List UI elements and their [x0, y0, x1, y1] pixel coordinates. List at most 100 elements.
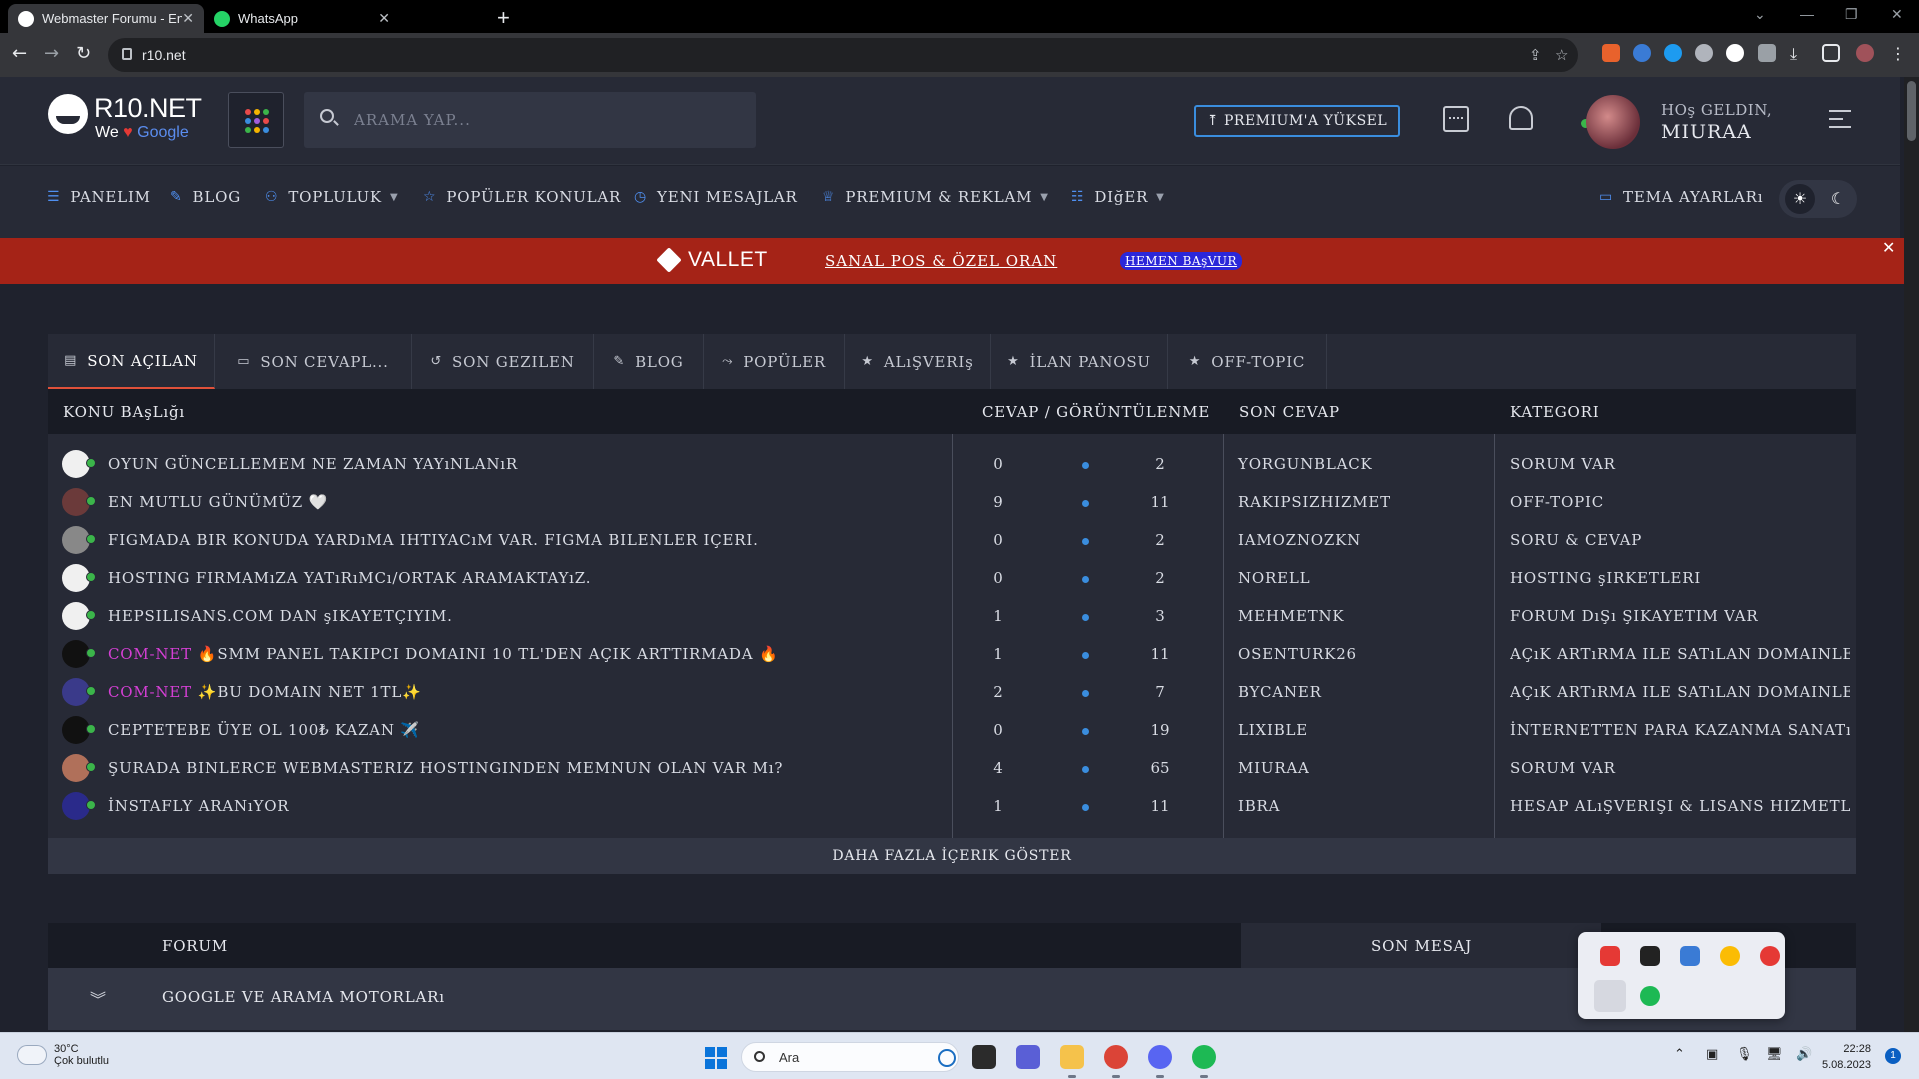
topic-title-link[interactable]: FIGMADA BIR KONUDA YARDıMA IHTIYACıM VAR… — [108, 531, 759, 549]
last-reply-user[interactable]: IAMOZNOZKN — [1238, 531, 1361, 549]
category-link[interactable]: HESAP ALıŞVERIŞI & LISANS HIZMETLERI — [1510, 797, 1850, 815]
extensions-puzzle-icon[interactable] — [1758, 44, 1776, 62]
tab-son-cevaplanan[interactable]: ▭ SON CEVAPL... — [215, 334, 412, 389]
premium-upgrade-button[interactable]: ⤒ PREMIUM'A YÜKSEL — [1194, 105, 1400, 137]
restore-icon[interactable]: ❐ — [1845, 6, 1858, 23]
file-explorer-icon[interactable] — [1060, 1045, 1084, 1069]
lock-icon[interactable] — [122, 48, 132, 60]
tab-son-gezilen[interactable]: ↺ SON GEZILEN — [412, 334, 594, 389]
forum-section-name[interactable]: GOOGLE VE ARAMA MOTORLARı — [162, 988, 445, 1006]
last-reply-user[interactable]: NORELL — [1238, 569, 1310, 587]
table-row[interactable]: HOSTING FIRMAMıZA YATıRıMCı/ORTAK ARAMAK… — [48, 560, 1856, 598]
tab-search-icon[interactable]: ⌄ — [1754, 6, 1766, 23]
forward-icon[interactable]: → — [44, 43, 59, 64]
topic-title-link[interactable]: HOSTING FIRMAMıZA YATıRıMCı/ORTAK ARAMAK… — [108, 569, 591, 587]
browser-tab-whatsapp[interactable]: WhatsApp ✕ — [204, 4, 400, 33]
table-row[interactable]: EN MUTLU GÜNÜMÜZ 🤍 9 11 RAKIPSIZHIZMET OFF-T… — [48, 484, 1856, 522]
network-icon[interactable]: 🖥 — [1766, 1047, 1783, 1062]
tab-son-acilan[interactable]: ▤ SON AÇILAN — [48, 334, 215, 389]
category-link[interactable]: SORU & CEVAP — [1510, 531, 1850, 549]
scrollbar-thumb[interactable] — [1907, 81, 1916, 141]
last-reply-user[interactable]: YORGUNBLACK — [1238, 455, 1373, 473]
glasses-extension-icon[interactable] — [1695, 44, 1713, 62]
tab-populer[interactable]: ⤳ POPÜLER — [704, 334, 845, 389]
moon-icon[interactable]: ☾ — [1823, 184, 1853, 214]
expand-chevron-icon[interactable]: ︾ — [90, 986, 106, 1010]
record-tray-icon[interactable] — [1760, 946, 1780, 966]
topic-title-link[interactable]: CEPTETEBE ÜYE OL 100₺ KAZAN ✈️ — [108, 721, 420, 739]
notification-badge[interactable]: 1 — [1885, 1048, 1901, 1064]
last-reply-user[interactable]: OSENTURK26 — [1238, 645, 1357, 663]
nav-item-yeni-mesajlar[interactable]: ◷ YENI MESAJLAR — [634, 188, 798, 206]
category-link[interactable]: AÇıK ARTıRMA ILE SATıLAN DOMAINLER — [1510, 683, 1850, 701]
tab-off-topic[interactable]: ★ OFF-TOPIC — [1168, 334, 1327, 389]
r10-logo-icon[interactable] — [48, 94, 88, 134]
app-tray-icon[interactable]: ▣ — [1706, 1047, 1718, 1062]
promo-offer-link[interactable]: SANAL POS & ÖZEL ORAN — [825, 252, 1057, 270]
close-window-icon[interactable]: ✕ — [1891, 6, 1903, 23]
category-link[interactable]: İNTERNETTEN PARA KAZANMA SANATı — [1510, 721, 1850, 739]
topic-title-link[interactable]: ŞURADA BINLERCE WEBMASTERIZ HOSTINGINDEN… — [108, 759, 783, 777]
taskbar-search[interactable]: Ara — [741, 1042, 959, 1072]
teams-chat-icon[interactable] — [1016, 1045, 1040, 1069]
system-clock[interactable]: 22:28 5.08.2023 — [1822, 1041, 1871, 1073]
category-link[interactable]: FORUM DıŞı ŞIKAYETIM VAR — [1510, 607, 1850, 625]
show-more-button[interactable]: DAHA FAZLA İÇERIK GÖSTER — [48, 838, 1856, 874]
task-view-icon[interactable] — [972, 1045, 996, 1069]
vallet-brand[interactable]: VALLET — [656, 247, 768, 273]
tab-alisveris[interactable]: ★ ALıŞVERIş — [845, 334, 991, 389]
nav-item-premium-reklam[interactable]: ♕ PREMIUM & REKLAM ▼ — [822, 188, 1049, 206]
theme-toggle[interactable]: ☀ ☾ — [1779, 180, 1857, 218]
category-link[interactable]: SORUM VAR — [1510, 455, 1850, 473]
topic-title-link[interactable]: EN MUTLU GÜNÜMÜZ 🤍 — [108, 493, 328, 511]
close-icon[interactable]: ✕ — [1882, 238, 1895, 257]
chrome-icon[interactable] — [1104, 1045, 1128, 1069]
theme-settings-link[interactable]: ▭ TEMA AYARLARı — [1599, 188, 1763, 206]
back-icon[interactable]: ← — [12, 43, 27, 64]
table-row[interactable]: OYUN GÜNCELLEMEM NE ZAMAN YAYıNLANıR 0 2 YO… — [48, 446, 1856, 484]
sun-icon[interactable]: ☀ — [1785, 184, 1815, 214]
last-reply-user[interactable]: IBRA — [1238, 797, 1280, 815]
nvidia-tray-icon[interactable] — [1640, 946, 1660, 966]
table-row[interactable]: ŞURADA BINLERCE WEBMASTERIZ HOSTINGINDEN… — [48, 750, 1856, 788]
side-panel-icon[interactable] — [1822, 44, 1840, 62]
tab-blog[interactable]: ✎ BLOG — [594, 334, 704, 389]
profile-avatar-icon[interactable] — [1856, 44, 1874, 62]
windows-security-tray-icon[interactable] — [1680, 946, 1700, 966]
table-row[interactable]: COM-NET 🔥SMM PANEL TAKIPCI DOMAINI 10 TL'… — [48, 636, 1856, 674]
volume-icon[interactable]: 🔊 — [1796, 1047, 1812, 1062]
topic-prefix[interactable]: COM-NET — [108, 645, 192, 663]
table-row[interactable]: COM-NET ✨BU DOMAIN NET 1TL✨ 2 7 BYCANER AÇıK … — [48, 674, 1856, 712]
share-icon[interactable]: ⇪ — [1529, 46, 1542, 64]
last-reply-user[interactable]: RAKIPSIZHIZMET — [1238, 493, 1391, 511]
minimize-icon[interactable]: — — [1800, 6, 1814, 22]
metamask-extension-icon[interactable] — [1602, 44, 1620, 62]
topic-title-link[interactable]: HEPSILISANS.COM DAN şIKAYETÇIYIM. — [108, 607, 453, 625]
last-reply-user[interactable]: MEHMETNK — [1238, 607, 1344, 625]
logo-text[interactable]: R10.NET — [94, 93, 202, 124]
last-reply-user[interactable]: MIURAA — [1238, 759, 1310, 777]
last-reply-user[interactable]: LIXIBLE — [1238, 721, 1308, 739]
windows-start-icon[interactable] — [705, 1047, 727, 1069]
close-tab-icon[interactable]: ✕ — [182, 10, 194, 27]
new-tab-icon[interactable]: + — [497, 5, 510, 31]
last-reply-user[interactable]: BYCANER — [1238, 683, 1322, 701]
vivaldi-tray-icon[interactable] — [1600, 946, 1620, 966]
apply-now-button[interactable]: HEMEN BAşVUR — [1120, 252, 1243, 270]
microphone-icon[interactable]: 🎙 — [1736, 1047, 1753, 1062]
page-scrollbar[interactable] — [1904, 77, 1919, 1032]
table-row[interactable]: FIGMADA BIR KONUDA YARDıMA IHTIYACıM VAR… — [48, 522, 1856, 560]
close-tab-icon[interactable]: ✕ — [378, 10, 390, 27]
grammarly-extension-icon[interactable] — [1726, 44, 1744, 62]
topic-prefix[interactable]: COM-NET — [108, 683, 192, 701]
pen-tray-icon[interactable] — [1594, 980, 1626, 1012]
browser-menu-icon[interactable]: ⋮ — [1890, 44, 1908, 63]
weather-widget[interactable]: 30°C Çok bulutlu — [18, 1040, 109, 1067]
user-avatar[interactable] — [1586, 95, 1640, 149]
spotify-tray-icon[interactable] — [1640, 986, 1660, 1006]
apps-grid-button[interactable] — [228, 92, 284, 148]
nav-item-diger[interactable]: ☷ DIğER ▼ — [1071, 188, 1165, 206]
nav-item-panelim[interactable]: ☰ PANELIM — [47, 188, 151, 206]
download-icon[interactable]: ⤓ — [1790, 44, 1808, 63]
discord-icon[interactable] — [1148, 1045, 1172, 1069]
